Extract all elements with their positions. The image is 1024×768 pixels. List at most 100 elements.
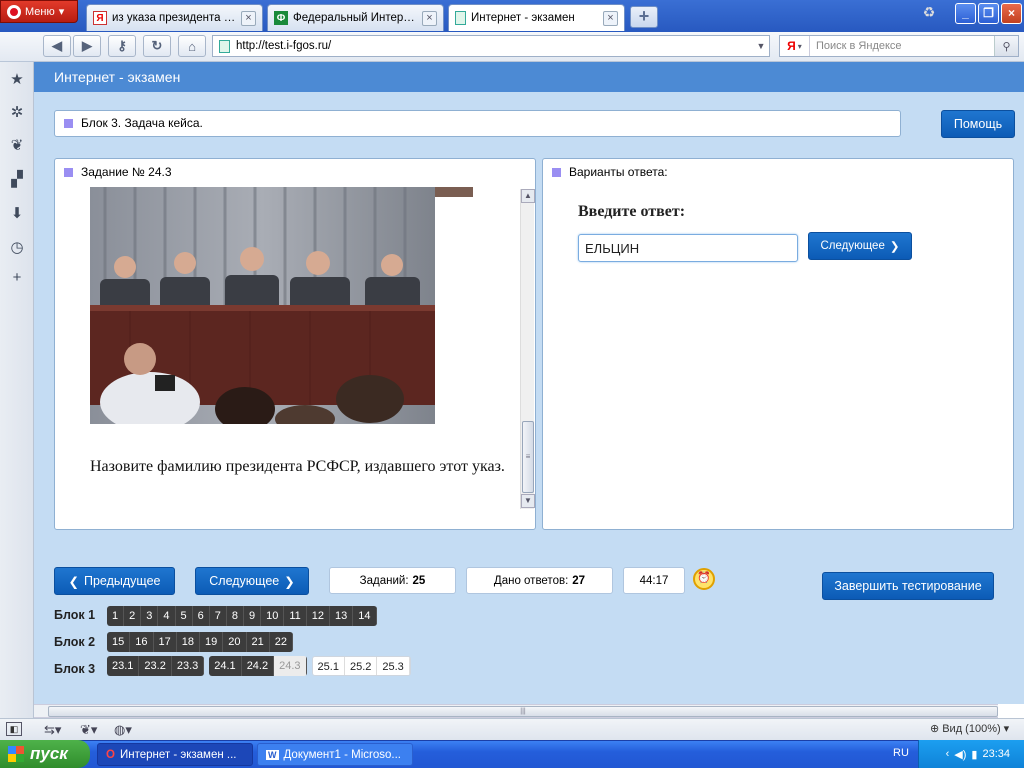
block-1-label: Блок 1 xyxy=(54,608,96,622)
task-cell[interactable]: 21 xyxy=(246,632,270,652)
task-cell[interactable]: 23.2 xyxy=(139,656,172,676)
press-conference-photo xyxy=(90,187,435,424)
task-cell[interactable]: 23.1 xyxy=(107,656,140,676)
finish-test-button[interactable]: Завершить тестирование xyxy=(822,572,994,600)
yandex-icon: Я xyxy=(93,11,107,25)
unite-status-icon[interactable]: ❦▾ xyxy=(80,722,97,738)
task-cell[interactable]: 7 xyxy=(209,606,227,626)
task-cell[interactable]: 16 xyxy=(130,632,154,652)
task-header: Задание № 24.3 xyxy=(64,165,172,179)
task-cell[interactable]: 5 xyxy=(175,606,193,626)
menu-label: Меню xyxy=(25,5,55,18)
tab-fepo[interactable]: Ф Федеральный Интерне... × xyxy=(267,4,444,31)
new-tab-button[interactable]: + xyxy=(630,6,658,28)
task-cell[interactable]: 4 xyxy=(158,606,176,626)
block-label: Блок 3. Задача кейса. xyxy=(81,116,203,130)
answer-input[interactable] xyxy=(578,234,798,262)
back-button[interactable]: ◀ xyxy=(43,35,71,57)
scroll-up-icon[interactable]: ▲ xyxy=(521,189,535,203)
next-button[interactable]: Следующее ❯ xyxy=(195,567,309,595)
search-icon[interactable]: ⚲ xyxy=(994,36,1018,56)
panel-toggle-icon[interactable]: ◧ xyxy=(6,722,22,736)
horizontal-scrollbar[interactable]: ||| xyxy=(34,704,998,718)
task-cell[interactable]: 10 xyxy=(261,606,285,626)
task-cell[interactable]: 3 xyxy=(141,606,159,626)
volume-icon[interactable]: ◀) xyxy=(954,748,966,761)
address-bar[interactable]: http://test.i-fgos.ru/ ▼ xyxy=(212,35,770,57)
task-cell[interactable]: 2 xyxy=(124,606,142,626)
block-2-tasks: 15 16 17 18 19 20 21 22 xyxy=(107,632,293,652)
task-cell[interactable]: 1 xyxy=(107,606,125,626)
close-icon[interactable]: × xyxy=(241,10,256,26)
chevron-down-icon[interactable]: ▼ xyxy=(753,41,769,51)
arrow-right-icon: ▶ xyxy=(82,38,92,53)
help-button[interactable]: Помощь xyxy=(941,110,1015,138)
task-cell[interactable]: 25.1 xyxy=(312,657,345,675)
task-cell[interactable]: 24.2 xyxy=(241,656,275,676)
task-cell[interactable]: 18 xyxy=(176,632,200,652)
close-icon[interactable]: × xyxy=(603,10,618,26)
task-cell[interactable]: 13 xyxy=(330,606,354,626)
downloads-icon[interactable]: ⬇ xyxy=(7,204,27,224)
tab-yandex[interactable]: Я из указа президента р... × xyxy=(86,4,263,31)
question-text: Назовите фамилию президента РСФСР, издав… xyxy=(90,458,505,475)
task-cell[interactable]: 20 xyxy=(223,632,247,652)
task-cell[interactable]: 9 xyxy=(244,606,262,626)
zoom-control[interactable]: ⊕ Вид (100%) ▾ xyxy=(930,722,1009,736)
opera-logo-icon: O xyxy=(106,748,115,761)
tab-exam[interactable]: Интернет - экзамен × xyxy=(448,4,625,31)
opera-link-icon[interactable]: ◍▾ xyxy=(114,722,132,738)
network-icon[interactable]: ▮ xyxy=(971,748,977,761)
task-cell[interactable]: 6 xyxy=(192,606,210,626)
task-cell[interactable]: 14 xyxy=(353,606,377,626)
forward-button[interactable]: ▶ xyxy=(73,35,101,57)
close-window-button[interactable]: × xyxy=(1001,3,1022,24)
language-indicator[interactable]: RU xyxy=(893,747,909,759)
task-cell[interactable]: 22 xyxy=(269,632,293,652)
home-button[interactable]: ⌂ xyxy=(178,35,206,57)
task-cell[interactable]: 25.2 xyxy=(344,657,378,675)
answer-next-button[interactable]: Следующее ❯ xyxy=(808,232,912,260)
task-cell[interactable]: 25.3 xyxy=(377,657,410,675)
task-cell[interactable]: 17 xyxy=(153,632,177,652)
add-panel-icon[interactable]: + xyxy=(7,268,27,288)
task-cell[interactable]: 23.3 xyxy=(171,656,205,676)
task-cell[interactable]: 19 xyxy=(200,632,224,652)
page-title: Интернет - экзамен xyxy=(34,62,1024,92)
close-icon[interactable]: × xyxy=(422,10,437,26)
history-icon[interactable]: ◷ xyxy=(7,238,27,258)
unite-icon[interactable]: ❦ xyxy=(7,136,27,156)
tray-arrow-icon[interactable]: ‹ xyxy=(946,748,950,760)
search-input[interactable]: Поиск в Яндексе xyxy=(810,40,994,52)
reload-button[interactable]: ↻ xyxy=(143,35,171,57)
scroll-down-icon[interactable]: ▼ xyxy=(521,494,535,508)
vertical-scrollbar[interactable]: ▲ ≡ ▼ xyxy=(520,189,535,509)
task-cell[interactable]: 15 xyxy=(107,632,131,652)
tasks-label: Заданий: xyxy=(359,574,409,587)
opera-menu-button[interactable]: Меню ▾ xyxy=(0,0,78,23)
task-cell[interactable]: 11 xyxy=(284,606,307,626)
minimize-button[interactable]: _ xyxy=(955,3,976,24)
taskbar-item-opera[interactable]: O Интернет - экзамен ... xyxy=(97,743,253,766)
search-field[interactable]: Я ▾ Поиск в Яндексе ⚲ xyxy=(779,35,1019,57)
turbo-icon[interactable]: ⇆▾ xyxy=(44,722,61,738)
task-cell[interactable]: 24.1 xyxy=(209,656,242,676)
bookmarks-icon[interactable]: ★ xyxy=(7,70,27,90)
notes-icon[interactable]: ▞ xyxy=(7,170,27,190)
restore-button[interactable]: ❐ xyxy=(978,3,999,24)
clock: 23:34 xyxy=(982,748,1010,760)
taskbar-item-word[interactable]: W Документ1 - Microso... xyxy=(257,743,413,766)
extensions-icon[interactable]: ✲ xyxy=(7,103,27,123)
task-cell[interactable]: 24.3 xyxy=(274,656,307,676)
opera-sidebar: ★ ✲ ❦ ▞ ⬇ ◷ + xyxy=(0,62,34,718)
start-button[interactable]: пуск xyxy=(0,740,90,768)
search-engine-selector[interactable]: Я ▾ xyxy=(780,36,810,56)
task-cell[interactable]: 12 xyxy=(306,606,331,626)
previous-button[interactable]: ❮ Предыдущее xyxy=(54,567,175,595)
scroll-thumb[interactable]: ||| xyxy=(48,706,998,717)
scroll-thumb[interactable]: ≡ xyxy=(522,421,534,493)
trash-icon[interactable]: ♻ xyxy=(918,4,940,26)
fepo-icon: Ф xyxy=(274,11,288,25)
wand-button[interactable]: ⚷ xyxy=(108,35,136,57)
task-cell[interactable]: 8 xyxy=(226,606,244,626)
